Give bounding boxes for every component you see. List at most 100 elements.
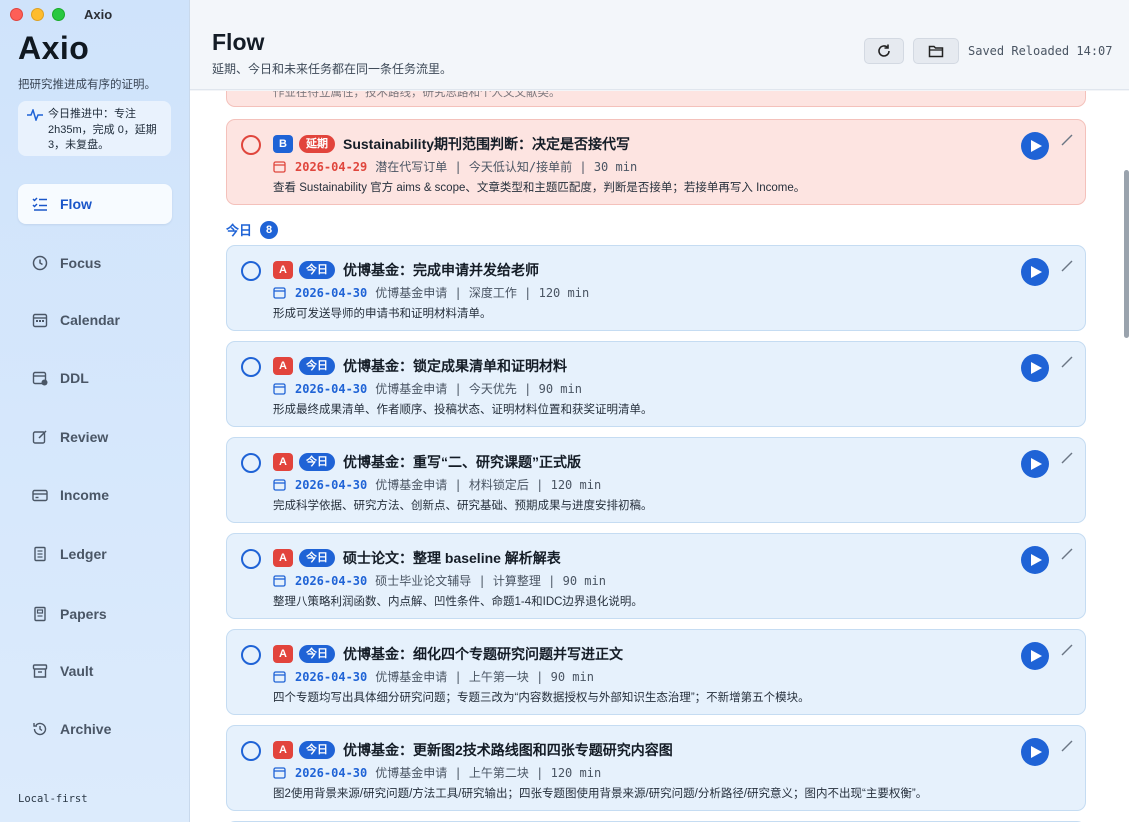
archive-box-icon xyxy=(32,663,48,679)
complete-checkbox[interactable] xyxy=(241,453,261,473)
sidebar-item-vault[interactable]: Vault xyxy=(18,651,172,691)
task-flow-list: 作业在待立属性，技术路线，研究思路和个人文文献类。 B 延期 Sustainab… xyxy=(190,91,1129,822)
task-title: 优博基金：细化四个专题研究问题并写进正文 xyxy=(343,646,623,662)
task-card[interactable]: A 今日 优博基金：完成申请并发给老师 2026-04-30 优博基金申请 | … xyxy=(226,245,1086,331)
sidebar-item-papers[interactable]: Papers xyxy=(18,594,172,634)
calendar-icon xyxy=(273,287,286,299)
sidebar-item-review[interactable]: Review xyxy=(18,417,172,457)
open-folder-button[interactable] xyxy=(913,38,959,64)
task-meta: 优博基金申请 | 今天优先 | 90 min xyxy=(375,382,582,396)
task-date: 2026-04-30 xyxy=(295,477,368,492)
task-card[interactable]: A 今日 优博基金：锁定成果清单和证明材料 2026-04-30 优博基金申请 … xyxy=(226,341,1086,427)
edit-pencil-icon[interactable] xyxy=(1061,356,1073,368)
calendar-icon xyxy=(32,312,48,328)
priority-badge: B xyxy=(273,135,293,153)
start-focus-button[interactable] xyxy=(1021,450,1049,478)
sidebar-item-label: Review xyxy=(60,429,109,445)
complete-checkbox[interactable] xyxy=(241,357,261,377)
sidebar-item-income[interactable]: Income xyxy=(18,475,172,515)
edit-pencil-icon[interactable] xyxy=(1061,134,1073,146)
task-title: 优博基金：重写“二、研究课题”正式版 xyxy=(343,454,581,470)
play-icon xyxy=(1031,266,1042,278)
complete-checkbox[interactable] xyxy=(241,741,261,761)
sidebar-item-flow[interactable]: Flow xyxy=(18,184,172,224)
task-description: 形成最终成果清单、作者顺序、投稿状态、证明材料位置和获奖证明清单。 xyxy=(273,404,653,416)
task-meta: 优博基金申请 | 上午第二块 | 120 min xyxy=(375,766,602,780)
task-card-partial[interactable]: 作业在待立属性，技术路线，研究思路和个人文文献类。 xyxy=(226,91,1086,107)
deadline-calendar-icon xyxy=(32,370,48,386)
sidebar-item-label: Vault xyxy=(60,663,94,679)
today-tag: 今日 xyxy=(299,741,335,759)
play-icon xyxy=(1031,362,1042,374)
complete-checkbox[interactable] xyxy=(241,549,261,569)
task-title: 优博基金：锁定成果清单和证明材料 xyxy=(343,358,567,374)
sidebar-item-calendar[interactable]: Calendar xyxy=(18,300,172,340)
task-description: 形成可发送导师的申请书和证明材料清单。 xyxy=(273,308,492,320)
task-description: 四个专题均写出具体细分研究问题；专题三改为“内容数据授权与外部知识生态治理”；不… xyxy=(273,692,810,704)
scrollbar[interactable] xyxy=(1124,170,1129,338)
complete-checkbox[interactable] xyxy=(241,645,261,665)
sidebar-item-archive[interactable]: Archive xyxy=(18,709,172,749)
edit-square-icon xyxy=(32,429,48,445)
task-meta: 优博基金申请 | 材料锁定后 | 120 min xyxy=(375,478,602,492)
close-window-button[interactable] xyxy=(10,8,23,21)
folder-icon xyxy=(928,45,944,58)
sidebar-item-focus[interactable]: Focus xyxy=(18,243,172,283)
task-date: 2026-04-30 xyxy=(295,573,368,588)
calendar-icon xyxy=(273,575,286,587)
today-tag: 今日 xyxy=(299,453,335,471)
zoom-window-button[interactable] xyxy=(52,8,65,21)
task-card[interactable]: A 今日 优博基金：更新图2技术路线图和四张专题研究内容图 2026-04-30… xyxy=(226,725,1086,811)
task-card[interactable]: A 今日 优博基金：细化四个专题研究问题并写进正文 2026-04-30 优博基… xyxy=(226,629,1086,715)
section-label: 今日 xyxy=(226,223,253,238)
task-title: 优博基金：完成申请并发给老师 xyxy=(343,262,539,278)
today-status-text: 今日推进中：专注 2h35m，完成 0，延期 3，未复盘。 xyxy=(48,108,157,151)
reload-icon xyxy=(878,44,890,57)
edit-pencil-icon[interactable] xyxy=(1061,548,1073,560)
priority-badge: A xyxy=(273,549,293,567)
priority-badge: A xyxy=(273,357,293,375)
sidebar-item-label: Calendar xyxy=(60,312,120,328)
wallet-icon xyxy=(32,487,48,503)
tagline: 把研究推进成有序的证明。 xyxy=(18,79,156,91)
priority-badge: A xyxy=(273,453,293,471)
document-icon xyxy=(32,606,48,622)
today-tag: 今日 xyxy=(299,549,335,567)
priority-badge: A xyxy=(273,741,293,759)
play-icon xyxy=(1031,746,1042,758)
start-focus-button[interactable] xyxy=(1021,546,1049,574)
start-focus-button[interactable] xyxy=(1021,132,1049,160)
calendar-icon xyxy=(273,479,286,491)
task-description: 图2使用背景来源/研究问题/方法工具/研究输出；四张专题图使用背景来源/研究问题… xyxy=(273,788,928,800)
today-tag: 今日 xyxy=(299,357,335,375)
edit-pencil-icon[interactable] xyxy=(1061,740,1073,752)
page-title: Flow xyxy=(212,29,265,55)
history-icon xyxy=(32,721,48,737)
priority-badge: A xyxy=(273,645,293,663)
ledger-icon xyxy=(32,546,48,562)
task-card[interactable]: A 今日 硕士论文：整理 baseline 解析解表 2026-04-30 硕士… xyxy=(226,533,1086,619)
task-date: 2026-04-29 xyxy=(295,159,368,174)
edit-pencil-icon[interactable] xyxy=(1061,260,1073,272)
sidebar-item-label: Ledger xyxy=(60,546,107,562)
complete-checkbox[interactable] xyxy=(241,135,261,155)
minimize-window-button[interactable] xyxy=(31,8,44,21)
edit-pencil-icon[interactable] xyxy=(1061,452,1073,464)
task-card[interactable]: A 今日 优博基金：重写“二、研究课题”正式版 2026-04-30 优博基金申… xyxy=(226,437,1086,523)
complete-checkbox[interactable] xyxy=(241,261,261,281)
sidebar-item-ddl[interactable]: DDL xyxy=(18,358,172,398)
task-card-overdue[interactable]: B 延期 Sustainability期刊范围判断：决定是否接代写 2026-0… xyxy=(226,119,1086,205)
sidebar-item-label: Archive xyxy=(60,721,112,737)
start-focus-button[interactable] xyxy=(1021,258,1049,286)
section-count-badge: 8 xyxy=(260,220,279,239)
reload-button[interactable] xyxy=(864,38,904,64)
start-focus-button[interactable] xyxy=(1021,738,1049,766)
window-controls xyxy=(10,8,65,21)
sidebar-item-label: Income xyxy=(60,487,110,503)
task-description: 查看 Sustainability 官方 aims & scope、文章类型和主… xyxy=(273,182,806,194)
start-focus-button[interactable] xyxy=(1021,642,1049,670)
sidebar-item-ledger[interactable]: Ledger xyxy=(18,534,172,574)
task-date: 2026-04-30 xyxy=(295,765,368,780)
edit-pencil-icon[interactable] xyxy=(1061,644,1073,656)
start-focus-button[interactable] xyxy=(1021,354,1049,382)
